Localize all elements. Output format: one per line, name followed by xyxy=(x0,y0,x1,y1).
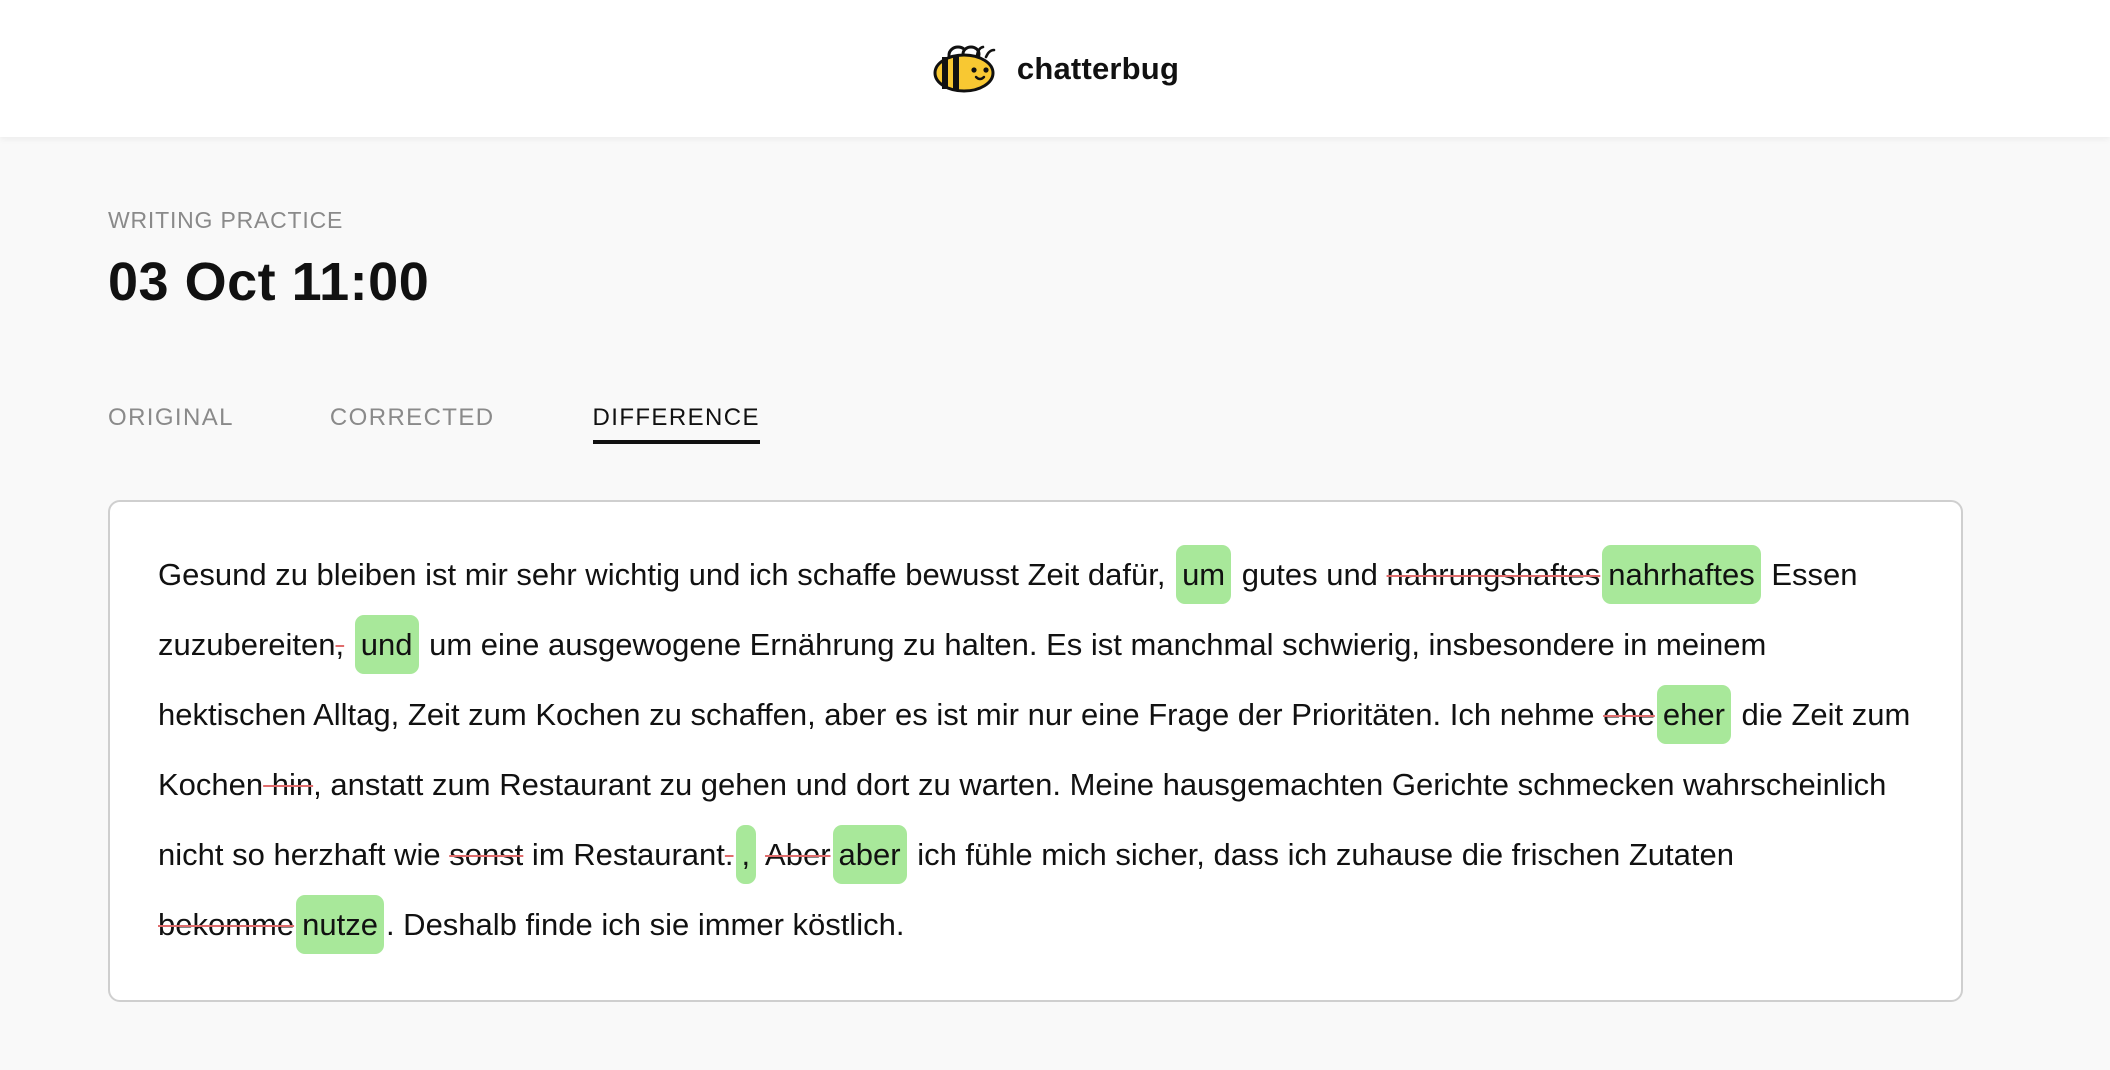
inserted-word: um xyxy=(1176,545,1232,604)
text-segment: ich fühle mich sicher, dass ich zuhause … xyxy=(908,837,1734,872)
section-label: WRITING PRACTICE xyxy=(108,207,344,233)
text-segment: gutes und xyxy=(1233,557,1387,592)
inserted-word: und xyxy=(354,615,419,674)
tab-original[interactable]: ORIGINAL xyxy=(108,404,234,444)
difference-text: Gesund zu bleiben ist mir sehr wichtig u… xyxy=(158,540,1913,960)
deleted-word: Aber xyxy=(765,837,831,872)
text-segment xyxy=(758,837,765,872)
text-segment: . Deshalb finde ich sie immer köstlich. xyxy=(385,907,905,942)
inserted-word: nahrhaftes xyxy=(1602,545,1761,604)
deleted-word: sonst xyxy=(449,837,524,872)
view-tabs: ORIGINAL CORRECTED DIFFERENCE xyxy=(108,404,760,444)
text-segment: Gesund zu bleiben ist mir sehr wichtig u… xyxy=(158,557,1175,592)
inserted-word: aber xyxy=(832,825,907,884)
inserted-word: nutze xyxy=(296,895,384,954)
deleted-word: hin xyxy=(263,767,314,802)
brand-name: chatterbug xyxy=(1016,50,1180,86)
page-title: 03 Oct 11:00 xyxy=(108,252,430,312)
inserted-word: eher xyxy=(1656,685,1731,744)
top-bar: chatterbug xyxy=(0,0,2110,137)
tab-corrected[interactable]: CORRECTED xyxy=(330,404,495,444)
tab-difference[interactable]: DIFFERENCE xyxy=(592,404,760,444)
deleted-word: . xyxy=(724,837,734,872)
deleted-word: nahrungshaftes xyxy=(1386,557,1601,592)
deleted-word: ehe xyxy=(1603,697,1655,732)
difference-card: Gesund zu bleiben ist mir sehr wichtig u… xyxy=(108,500,1963,1002)
bee-icon xyxy=(933,45,996,92)
brand[interactable]: chatterbug xyxy=(931,44,1179,94)
text-segment: im Restaurant xyxy=(523,837,725,872)
deleted-word: bekomme xyxy=(158,907,295,942)
deleted-word: , xyxy=(335,627,345,662)
inserted-word: , xyxy=(735,825,757,884)
